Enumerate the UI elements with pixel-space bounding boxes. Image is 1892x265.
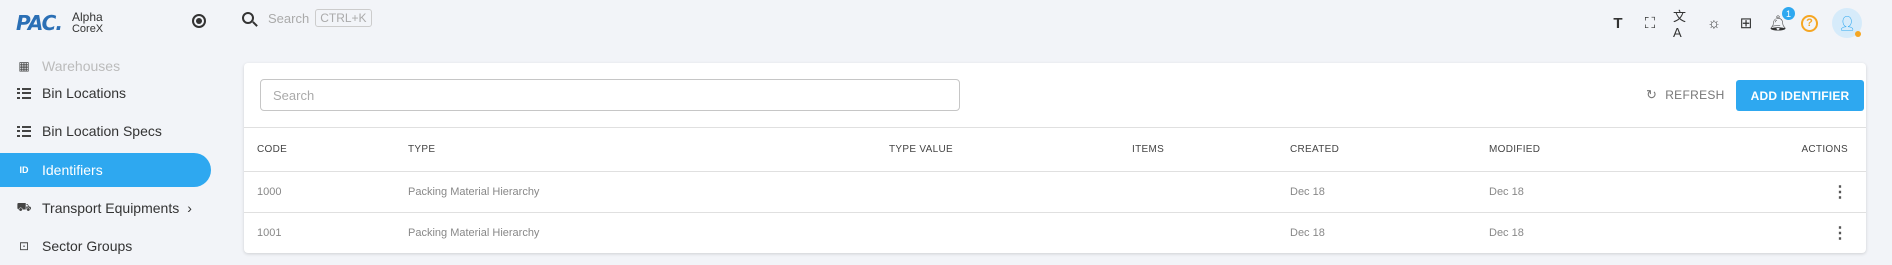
header-type[interactable]: TYPE bbox=[408, 128, 435, 171]
sidebar-item-bin-locations[interactable]: Bin Locations bbox=[0, 76, 211, 110]
list-icon bbox=[16, 86, 32, 100]
topbar: Search CTRL+K T ⛶ 文A ☼ ⊞ 🔔︎ 1 ? 👤︎ bbox=[226, 0, 1892, 40]
sidebar-item-label: Bin Locations bbox=[42, 85, 127, 101]
id-icon: ID bbox=[19, 165, 29, 175]
cell-created: Dec 18 bbox=[1290, 227, 1325, 239]
pac-logo: PAC. bbox=[16, 11, 63, 35]
cell-modified: Dec 18 bbox=[1489, 227, 1524, 239]
pin-sidebar-icon[interactable] bbox=[192, 14, 206, 28]
top-icons: T ⛶ 文A ☼ ⊞ 🔔︎ 1 ? 👤︎ bbox=[1609, 7, 1862, 40]
header-type-value[interactable]: TYPE VALUE bbox=[889, 128, 953, 171]
list-icon bbox=[16, 124, 32, 138]
help-icon[interactable]: ? bbox=[1801, 14, 1818, 32]
header-modified[interactable]: MODIFIED bbox=[1489, 128, 1540, 171]
sitemap-icon[interactable]: ⊞ bbox=[1737, 14, 1755, 32]
cell-type: Packing Material Hierarchy bbox=[408, 227, 540, 239]
notification-badge: 1 bbox=[1782, 7, 1795, 20]
sidebar: PAC. Alpha CoreX ▦ Warehouses Bin Locati… bbox=[0, 0, 226, 265]
refresh-label: REFRESH bbox=[1665, 88, 1725, 102]
theme-icon[interactable]: ☼ bbox=[1705, 14, 1723, 32]
warehouse-icon: ▦ bbox=[18, 59, 30, 73]
header-items[interactable]: ITEMS bbox=[1132, 128, 1164, 171]
forklift-icon: ⛟ bbox=[16, 200, 32, 214]
more-vert-icon[interactable]: ⋮ bbox=[1832, 213, 1848, 253]
cell-type: Packing Material Hierarchy bbox=[408, 186, 540, 198]
refresh-icon: ↻ bbox=[1646, 87, 1658, 102]
refresh-button[interactable]: ↻ REFRESH bbox=[1646, 87, 1725, 103]
header-code[interactable]: CODE bbox=[257, 128, 287, 171]
cell-modified: Dec 18 bbox=[1489, 186, 1524, 198]
translate-icon[interactable]: 文A bbox=[1673, 9, 1691, 40]
identifiers-card: ↻ REFRESH ADD IDENTIFIER CODE TYPE TYPE … bbox=[244, 63, 1866, 253]
header-created[interactable]: CREATED bbox=[1290, 128, 1339, 171]
bell-icon[interactable]: 🔔︎ 1 bbox=[1768, 7, 1795, 32]
global-search[interactable]: Search CTRL+K bbox=[242, 9, 372, 27]
chevron-right-icon: › bbox=[187, 200, 192, 216]
more-vert-icon[interactable]: ⋮ bbox=[1832, 172, 1848, 212]
brand-subtitle: CoreX bbox=[71, 23, 104, 35]
brand[interactable]: PAC. Alpha CoreX bbox=[16, 8, 103, 38]
search-input[interactable] bbox=[260, 79, 960, 111]
table-row[interactable]: 1000 Packing Material Hierarchy Dec 18 D… bbox=[244, 171, 1866, 212]
global-search-placeholder: Search bbox=[268, 10, 310, 26]
sidebar-item-identifiers[interactable]: ID Identifiers bbox=[0, 153, 211, 187]
sector-icon: ⊡ bbox=[18, 239, 30, 253]
table-row[interactable]: 1001 Packing Material Hierarchy Dec 18 D… bbox=[244, 212, 1866, 253]
avatar[interactable]: 👤︎ bbox=[1832, 8, 1862, 38]
shortcut-hint: CTRL+K bbox=[315, 9, 372, 27]
table-header: CODE TYPE TYPE VALUE ITEMS CREATED MODIF… bbox=[244, 127, 1866, 171]
identifiers-table: CODE TYPE TYPE VALUE ITEMS CREATED MODIF… bbox=[244, 127, 1866, 253]
sidebar-item-label: Warehouses bbox=[42, 58, 121, 74]
sidebar-item-label: Transport Equipments bbox=[42, 200, 180, 216]
sidebar-item-transport-equipments[interactable]: ⛟ Transport Equipments › bbox=[0, 191, 211, 225]
sidebar-item-bin-location-specs[interactable]: Bin Location Specs bbox=[0, 114, 211, 148]
cell-code: 1001 bbox=[257, 227, 282, 239]
cell-created: Dec 18 bbox=[1290, 186, 1325, 198]
sidebar-item-label: Bin Location Specs bbox=[42, 123, 162, 139]
cell-code: 1000 bbox=[257, 186, 282, 198]
sidebar-item-sector-groups[interactable]: ⊡ Sector Groups bbox=[0, 229, 211, 263]
header-actions: ACTIONS bbox=[1801, 144, 1848, 155]
search-icon bbox=[242, 12, 254, 24]
sidebar-item-warehouses[interactable]: ▦ Warehouses bbox=[0, 56, 211, 76]
brand-text: Alpha CoreX bbox=[72, 11, 103, 35]
brand-name: Alpha bbox=[71, 10, 103, 24]
add-identifier-button[interactable]: ADD IDENTIFIER bbox=[1736, 80, 1864, 111]
sidebar-item-label: Identifiers bbox=[42, 162, 103, 178]
text-size-icon[interactable]: T bbox=[1609, 14, 1627, 32]
sidebar-item-label: Sector Groups bbox=[42, 238, 133, 254]
fullscreen-icon[interactable]: ⛶ bbox=[1641, 14, 1659, 32]
